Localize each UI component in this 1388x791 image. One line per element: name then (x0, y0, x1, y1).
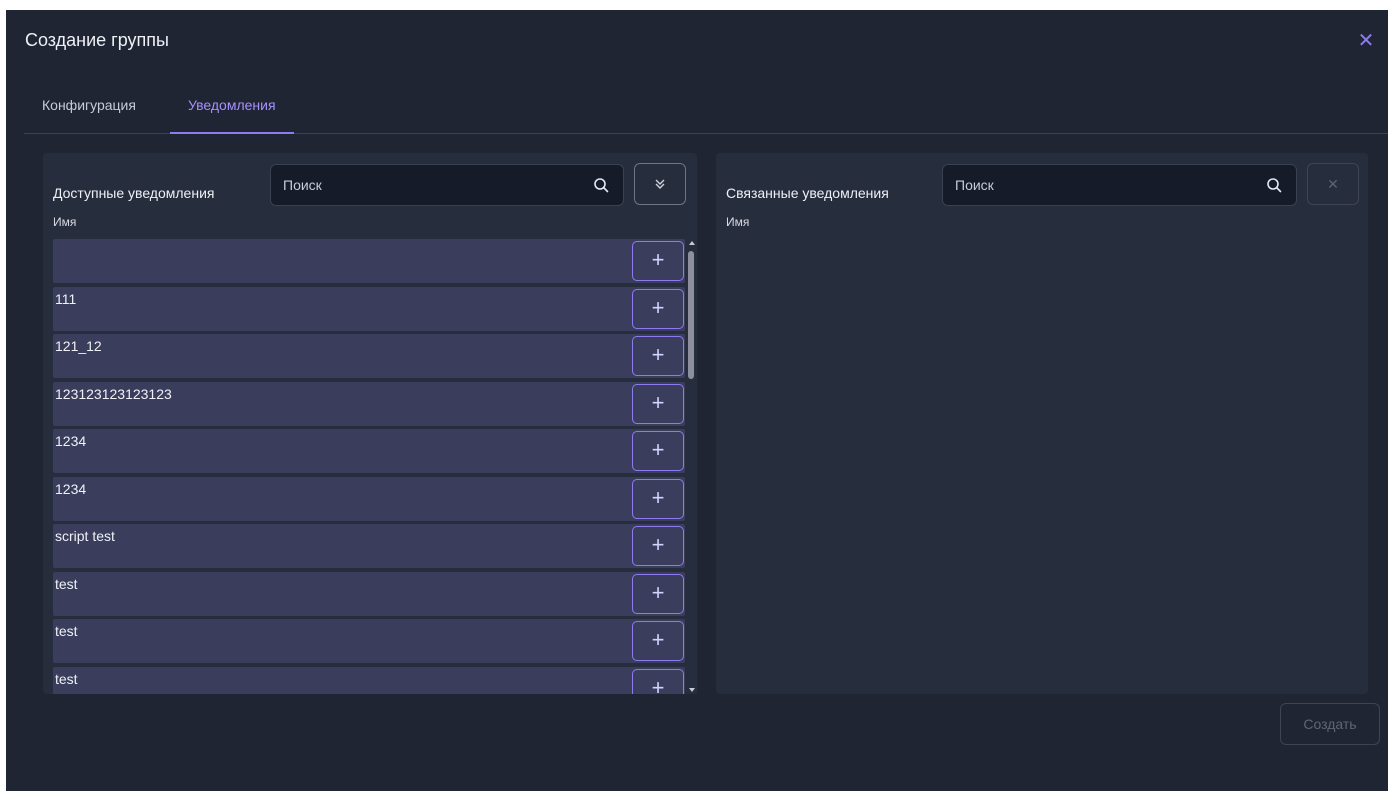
plus-icon[interactable]: + (632, 431, 684, 471)
plus-icon[interactable]: + (632, 669, 684, 694)
search-placeholder: Поиск (283, 177, 322, 193)
list-item-name: test (55, 576, 78, 592)
list-item: 111 + (53, 287, 685, 331)
linked-search-input[interactable]: Поиск (942, 164, 1297, 206)
close-icon[interactable]: ✕ (1354, 30, 1378, 54)
list-item: test + (53, 667, 685, 694)
list-item-name: test (55, 671, 78, 687)
list-scrollbar[interactable] (687, 239, 697, 694)
search-placeholder: Поиск (955, 177, 994, 193)
list-item-name: 111 (55, 291, 77, 307)
create-group-dialog: Создание группы ✕ Конфигурация Уведомлен… (6, 10, 1388, 791)
linked-notifications-title: Связанные уведомления (726, 185, 889, 201)
linked-notifications-panel: Связанные уведомления Поиск ✕ Имя (716, 153, 1368, 694)
plus-icon[interactable]: + (632, 526, 684, 566)
plus-icon[interactable]: + (632, 621, 684, 661)
create-button[interactable]: Создать (1280, 703, 1380, 745)
plus-icon[interactable]: + (632, 384, 684, 424)
list-item: test + (53, 572, 685, 616)
scroll-up-arrow-icon[interactable] (689, 241, 695, 245)
tab-configuration[interactable]: Конфигурация (24, 92, 154, 134)
list-item-name: test (55, 623, 78, 639)
plus-icon[interactable]: + (632, 241, 684, 281)
list-item: 121_12 + (53, 334, 685, 378)
plus-icon[interactable]: + (632, 479, 684, 519)
available-search-input[interactable]: Поиск (270, 164, 624, 206)
tab-notifications[interactable]: Уведомления (170, 92, 294, 134)
plus-icon[interactable]: + (632, 574, 684, 614)
tab-bar: Конфигурация Уведомления (24, 92, 1388, 134)
list-item-name: 1234 (55, 433, 87, 449)
search-icon (1267, 178, 1282, 193)
chevrons-down-icon[interactable] (634, 163, 686, 205)
clear-button[interactable]: ✕ (1307, 163, 1359, 205)
dialog-title: Создание группы (25, 30, 169, 50)
list-item-name: script test (55, 528, 115, 544)
plus-icon[interactable]: + (632, 289, 684, 329)
list-item: + (53, 239, 685, 283)
plus-icon[interactable]: + (632, 336, 684, 376)
column-header-name: Имя (726, 215, 750, 229)
available-notifications-list: + 111 + 121_12 + 123123123123123 + 1234 … (53, 239, 687, 694)
list-item-name: 1234 (55, 481, 87, 497)
scrollbar-thumb[interactable] (688, 251, 694, 379)
column-header-name: Имя (53, 215, 77, 229)
available-notifications-title: Доступные уведомления (53, 185, 215, 201)
scroll-down-arrow-icon[interactable] (689, 688, 695, 692)
list-item-name: 121_12 (55, 338, 102, 354)
list-item: test + (53, 619, 685, 663)
available-notifications-panel: Доступные уведомления Поиск Имя + 111 + (43, 153, 697, 694)
list-item: 1234 + (53, 477, 685, 521)
close-icon: ✕ (1327, 176, 1339, 192)
list-item: script test + (53, 524, 685, 568)
list-item: 1234 + (53, 429, 685, 473)
list-item: 123123123123123 + (53, 382, 685, 426)
search-icon (594, 178, 609, 193)
list-item-name: 123123123123123 (55, 386, 172, 402)
